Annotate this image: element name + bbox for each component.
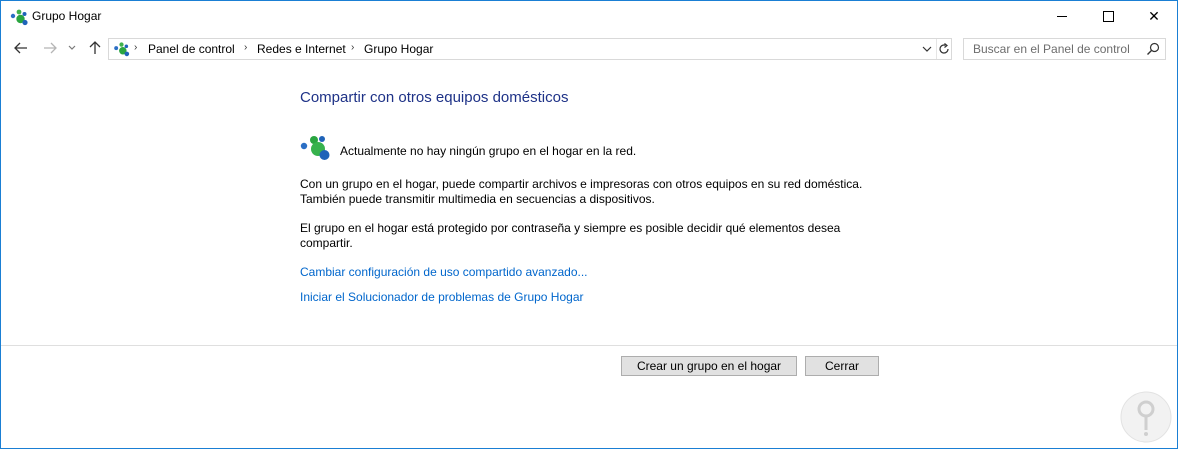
password-info-line: El grupo en el hogar está protegido por … <box>300 221 841 235</box>
breadcrumb-redes-e-internet[interactable]: Redes e Internet <box>257 42 346 56</box>
arrow-left-icon <box>14 42 27 54</box>
minimize-icon <box>1057 16 1067 17</box>
navigation-bar: › Panel de control › Redes e Internet › … <box>1 34 1177 62</box>
breadcrumb-separator-icon: › <box>351 42 355 53</box>
troubleshooter-link[interactable]: Iniciar el Solucionador de problemas de … <box>300 290 584 304</box>
search-icon[interactable] <box>1146 42 1160 56</box>
recent-locations-button[interactable] <box>65 40 79 56</box>
address-bar[interactable]: › Panel de control › Redes e Internet › … <box>108 38 952 60</box>
search-box[interactable]: Buscar en el Panel de control <box>963 38 1166 60</box>
window-title: Grupo Hogar <box>32 9 102 23</box>
description-line: También puede transmitir multimedia en s… <box>300 192 655 206</box>
footer-divider <box>1 345 1177 346</box>
refresh-icon <box>939 43 949 54</box>
homegroup-status-text: Actualmente no hay ningún grupo en el ho… <box>340 144 637 158</box>
minimize-button[interactable] <box>1039 1 1085 32</box>
up-button[interactable] <box>86 40 104 56</box>
back-button[interactable] <box>12 40 30 56</box>
create-homegroup-button[interactable]: Crear un grupo en el hogar <box>621 356 797 376</box>
refresh-button[interactable] <box>937 39 951 59</box>
close-button[interactable]: Cerrar <box>805 356 879 376</box>
address-dropdown-button[interactable] <box>919 39 935 59</box>
forward-button[interactable] <box>41 40 59 56</box>
watermark-logo-icon <box>1120 391 1172 443</box>
maximize-button[interactable] <box>1085 1 1131 32</box>
close-icon: ✕ <box>1148 8 1160 24</box>
chevron-down-icon <box>68 45 76 50</box>
breadcrumb-panel-de-control[interactable]: Panel de control <box>148 42 235 56</box>
homegroup-icon <box>300 136 330 160</box>
title-bar: Grupo Hogar ✕ <box>1 1 1177 32</box>
password-info-paragraph: El grupo en el hogar está protegido por … <box>300 221 840 251</box>
arrow-up-icon <box>89 41 101 54</box>
password-info-line: compartir. <box>300 236 353 250</box>
homegroup-icon <box>114 42 130 57</box>
close-window-button[interactable]: ✕ <box>1131 1 1177 32</box>
description-line: Con un grupo en el hogar, puede comparti… <box>300 177 863 191</box>
description-paragraph: Con un grupo en el hogar, puede comparti… <box>300 177 862 207</box>
breadcrumb-separator-icon: › <box>134 42 138 53</box>
homegroup-icon <box>10 9 28 26</box>
page-title: Compartir con otros equipos domésticos <box>300 89 569 106</box>
search-input[interactable]: Buscar en el Panel de control <box>973 42 1130 56</box>
breadcrumb-separator-icon: › <box>244 42 248 53</box>
arrow-right-icon <box>44 42 57 54</box>
homegroup-window: Grupo Hogar ✕ › Panel de control › Redes… <box>0 0 1178 449</box>
advanced-sharing-link[interactable]: Cambiar configuración de uso compartido … <box>300 265 588 279</box>
chevron-down-icon <box>922 46 932 52</box>
maximize-icon <box>1102 11 1114 22</box>
breadcrumb-grupo-hogar[interactable]: Grupo Hogar <box>364 42 433 56</box>
